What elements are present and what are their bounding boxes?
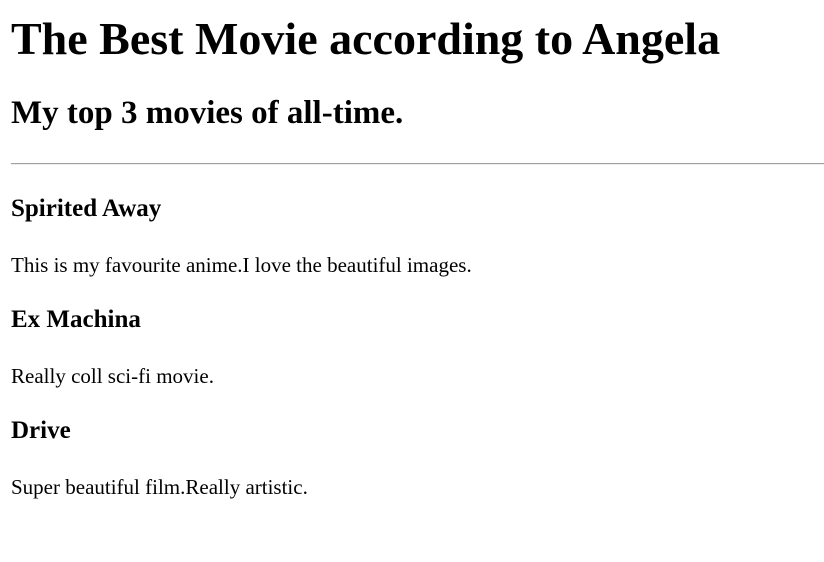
movie-entry-spirited-away: Spirited Away This is my favourite anime…: [11, 194, 824, 278]
movie-entry-ex-machina: Ex Machina Really coll sci-fi movie.: [11, 305, 824, 389]
movie-title: Drive: [11, 417, 71, 444]
divider: [11, 163, 824, 165]
movie-entry-drive: Drive Super beautiful film.Really artist…: [11, 416, 824, 500]
movie-title: Ex Machina: [11, 306, 141, 333]
movie-description: Really coll sci-fi movie.: [11, 364, 214, 388]
page-title: The Best Movie according to Angela: [11, 13, 721, 64]
page-subtitle: My top 3 movies of all-time.: [11, 95, 404, 131]
movie-title: Spirited Away: [11, 195, 162, 222]
movie-description: This is my favourite anime.I love the be…: [11, 253, 472, 277]
movie-description: Super beautiful film.Really artistic.: [11, 475, 308, 499]
page: The Best Movie according to Angela My to…: [0, 12, 824, 500]
